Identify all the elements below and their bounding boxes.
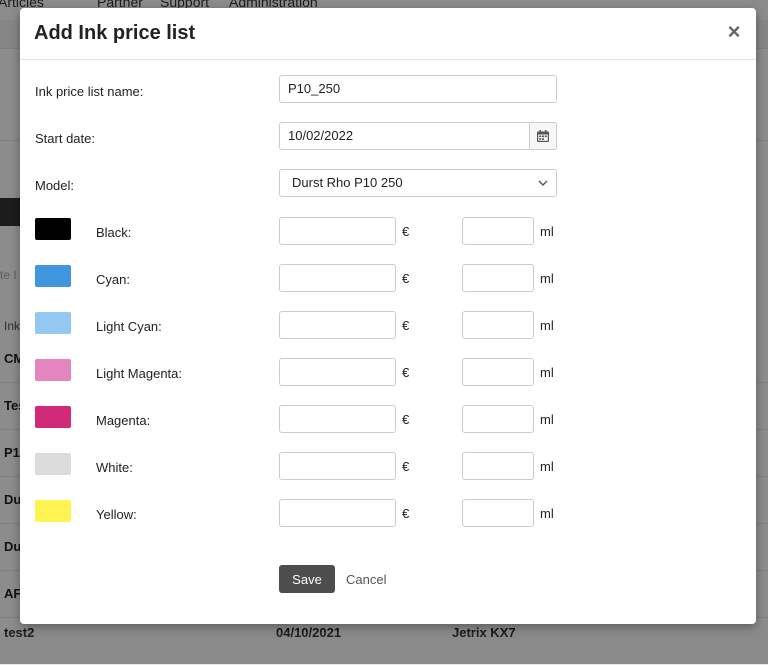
- currency-unit: €: [402, 459, 410, 474]
- currency-unit: €: [402, 412, 410, 427]
- volume-unit: ml: [540, 459, 554, 474]
- currency-unit: €: [402, 271, 410, 286]
- currency-unit: €: [402, 318, 410, 333]
- yellow-volume-input[interactable]: [462, 499, 534, 527]
- model-select-value: Durst Rho P10 250: [292, 175, 403, 190]
- modal-title: Add Ink price list: [34, 22, 196, 44]
- model-label: Model:: [35, 178, 75, 193]
- white-color-swatch: [35, 453, 71, 475]
- magenta-label: Magenta:: [96, 413, 151, 428]
- cyan-label: Cyan:: [96, 272, 130, 287]
- black-price-input[interactable]: [279, 217, 396, 245]
- light-magenta-color-swatch: [35, 359, 71, 381]
- start-date-label: Start date:: [35, 131, 95, 146]
- light-magenta-volume-input[interactable]: [462, 358, 534, 386]
- save-button[interactable]: Save: [279, 565, 335, 593]
- cancel-button[interactable]: Cancel: [346, 572, 386, 587]
- yellow-color-swatch: [35, 500, 71, 522]
- currency-unit: €: [402, 365, 410, 380]
- white-label: White:: [96, 460, 133, 475]
- currency-unit: €: [402, 506, 410, 521]
- light-magenta-label: Light Magenta:: [96, 366, 183, 381]
- light-cyan-volume-input[interactable]: [462, 311, 534, 339]
- price-list-name-input[interactable]: P10_250: [279, 75, 557, 103]
- volume-unit: ml: [540, 318, 554, 333]
- cyan-volume-input[interactable]: [462, 264, 534, 292]
- light-cyan-label: Light Cyan:: [96, 319, 162, 334]
- close-button[interactable]: ×: [726, 21, 742, 43]
- cyan-price-input[interactable]: [279, 264, 396, 292]
- volume-unit: ml: [540, 365, 554, 380]
- volume-unit: ml: [540, 271, 554, 286]
- volume-unit: ml: [540, 412, 554, 427]
- magenta-price-input[interactable]: [279, 405, 396, 433]
- magenta-color-swatch: [35, 406, 71, 428]
- white-volume-input[interactable]: [462, 452, 534, 480]
- calendar-button[interactable]: [529, 122, 557, 150]
- modal-header: Add Ink price list ×: [20, 8, 756, 60]
- currency-unit: €: [402, 224, 410, 239]
- add-ink-price-list-dialog: Add Ink price list × Ink price list name…: [20, 8, 756, 624]
- model-select[interactable]: Durst Rho P10 250: [279, 169, 557, 197]
- light-cyan-price-input[interactable]: [279, 311, 396, 339]
- light-magenta-price-input[interactable]: [279, 358, 396, 386]
- cyan-color-swatch: [35, 265, 71, 287]
- yellow-label: Yellow:: [96, 507, 137, 522]
- start-date-input[interactable]: 10/02/2022: [279, 122, 530, 150]
- black-color-swatch: [35, 218, 71, 240]
- light-cyan-color-swatch: [35, 312, 71, 334]
- white-price-input[interactable]: [279, 452, 396, 480]
- volume-unit: ml: [540, 224, 554, 239]
- yellow-price-input[interactable]: [279, 499, 396, 527]
- black-label: Black:: [96, 225, 132, 240]
- calendar-icon: [537, 130, 549, 142]
- magenta-volume-input[interactable]: [462, 405, 534, 433]
- volume-unit: ml: [540, 506, 554, 521]
- black-volume-input[interactable]: [462, 217, 534, 245]
- name-label: Ink price list name:: [35, 84, 144, 99]
- chevron-down-icon: [538, 180, 548, 186]
